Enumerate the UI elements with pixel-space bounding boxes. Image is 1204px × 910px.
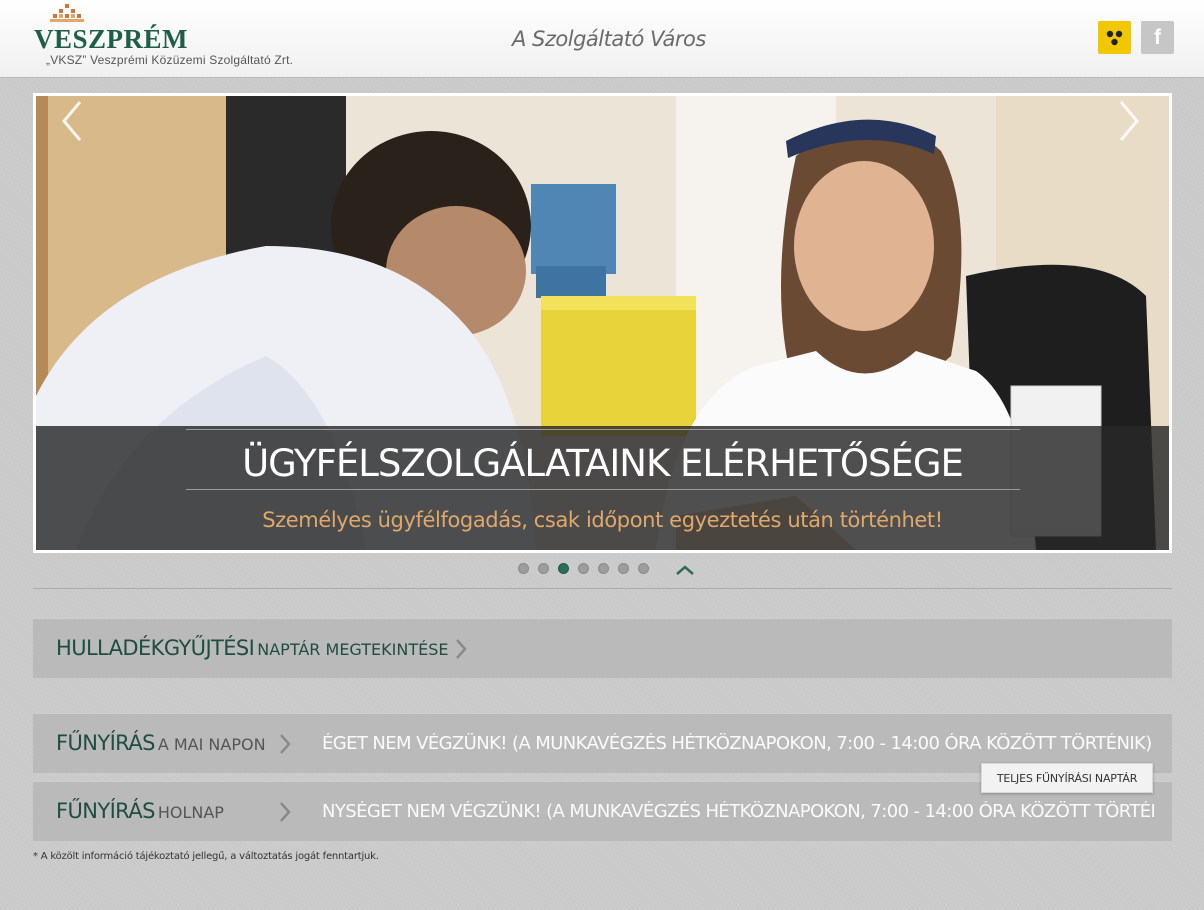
logo-subtitle: „VKSZ” Veszprémi Közüzemi Szolgáltató Zr… (46, 53, 294, 67)
slider-dot[interactable] (638, 563, 649, 574)
chevron-up-icon[interactable] (674, 562, 696, 578)
slide-title: ÜGYFÉLSZOLGÁLATAINK ELÉRHETŐSÉGE (242, 442, 964, 485)
slide-subtitle: Személyes ügyfélfogadás, csak időpont eg… (262, 508, 943, 532)
mowing-tomorrow-ticker: NYSÉGET NEM VÉGZÜNK! (A MUNKAVÉGZÉS HÉTK… (322, 801, 1154, 822)
hero-slider: ÜGYFÉLSZOLGÁLATAINK ELÉRHETŐSÉGE Személy… (33, 93, 1172, 553)
mowing-tomorrow-light: HOLNAP (157, 803, 224, 822)
waste-calendar-label: HULLADÉKGYŰJTÉSI NAPTÁR MEGTEKINTÉSE (56, 636, 448, 660)
site-header: VESZPRÉM „VKSZ” Veszprémi Közüzemi Szolg… (0, 0, 1204, 78)
slider-dot[interactable] (578, 563, 589, 574)
slider-dot[interactable] (618, 563, 629, 574)
slider-dot[interactable] (518, 563, 529, 574)
mowing-tomorrow-strong: FŰNYÍRÁS (56, 799, 155, 823)
slide-caption[interactable]: ÜGYFÉLSZOLGÁLATAINK ELÉRHETŐSÉGE Személy… (36, 426, 1169, 550)
mowing-today-light: A MAI NAPON (157, 735, 266, 754)
logo[interactable]: VESZPRÉM „VKSZ” Veszprémi Közüzemi Szolg… (34, 4, 324, 70)
waste-calendar-link[interactable]: HULLADÉKGYŰJTÉSI NAPTÁR MEGTEKINTÉSE (33, 618, 1172, 678)
mowing-tomorrow-label: FŰNYÍRÁS HOLNAP (56, 799, 224, 823)
caption-divider (186, 489, 1020, 490)
slide-photo: ÜGYFÉLSZOLGÁLATAINK ELÉRHETŐSÉGE Személy… (36, 96, 1169, 550)
divider (33, 588, 1172, 589)
disclaimer-footnote: * A közölt információ tájékoztató jelleg… (33, 851, 379, 862)
full-mowing-calendar-button[interactable]: TELJES FŰNYÍRÁSI NAPTÁR (981, 763, 1153, 793)
crown-logo-icon (50, 4, 84, 22)
mowing-today-ticker: ÉGET NEM VÉGZÜNK! (A MUNKAVÉGZÉS HÉTKÖZN… (322, 733, 1152, 754)
mowing-today-strong: FŰNYÍRÁS (56, 731, 155, 755)
waste-calendar-light: NAPTÁR MEGTEKINTÉSE (257, 640, 449, 659)
site-tagline: A Szolgáltató Város (512, 27, 706, 51)
accessibility-button[interactable] (1098, 21, 1131, 54)
chevron-right-icon (280, 802, 291, 822)
braille-dots-icon (1106, 30, 1123, 46)
slider-prev-icon[interactable] (58, 96, 88, 146)
chevron-right-icon (456, 639, 467, 659)
slider-pagination (518, 563, 658, 577)
mowing-today-label: FŰNYÍRÁS A MAI NAPON (56, 731, 266, 755)
facebook-button[interactable]: f (1141, 21, 1174, 54)
chevron-right-icon (280, 734, 291, 754)
slider-next-icon[interactable] (1113, 96, 1143, 146)
slider-dot[interactable] (538, 563, 549, 574)
slider-dot-active[interactable] (558, 563, 569, 574)
slider-dot[interactable] (598, 563, 609, 574)
logo-name: VESZPRÉM (34, 24, 189, 54)
facebook-icon: f (1154, 25, 1161, 49)
waste-calendar-strong: HULLADÉKGYŰJTÉSI (56, 636, 255, 660)
caption-divider (186, 429, 1020, 430)
